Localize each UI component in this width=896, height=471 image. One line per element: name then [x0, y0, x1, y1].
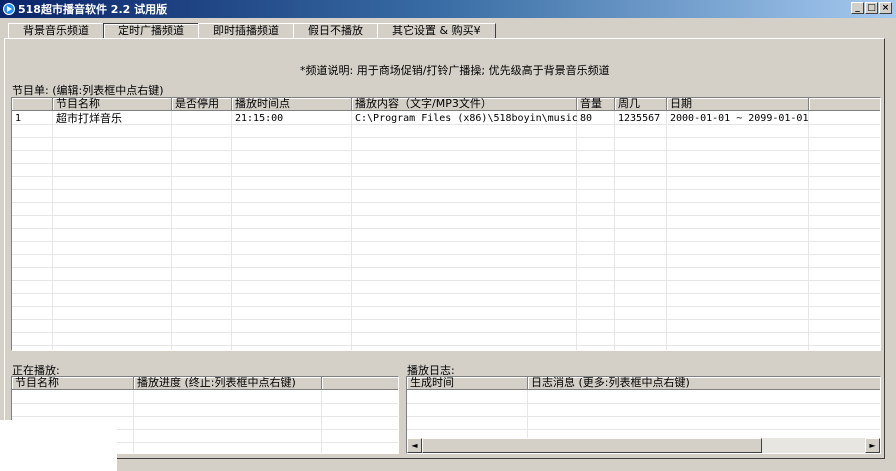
grid-line — [12, 306, 880, 307]
grid-line — [12, 319, 880, 320]
column-header[interactable]: 周几 — [615, 98, 667, 111]
table-cell[interactable] — [172, 112, 232, 125]
grid-line — [12, 332, 880, 333]
column-header[interactable]: 生成时间 — [407, 377, 528, 390]
grid-line — [407, 403, 880, 404]
column-header[interactable] — [322, 377, 398, 390]
tab-bar: 背景音乐频道 定时广播频道 即时插播频道 假日不播放 其它设置 & 购买¥ — [8, 23, 496, 39]
column-header[interactable]: 节目名称 — [53, 98, 172, 111]
grid-line — [666, 111, 667, 350]
column-header[interactable] — [809, 98, 880, 111]
column-header[interactable]: 节目名称 — [12, 377, 134, 390]
grid-line — [808, 111, 809, 350]
grid-line — [12, 254, 880, 255]
table-cell[interactable]: 1 — [12, 112, 53, 125]
blank-overlay — [0, 420, 117, 471]
table-cell[interactable]: C:\Program Files (x86)\518boyin\musics..… — [352, 112, 577, 125]
grid-line — [12, 176, 880, 177]
grid-line — [614, 111, 615, 350]
grid-line — [12, 137, 880, 138]
grid-line — [12, 345, 880, 346]
column-header[interactable]: 日期 — [667, 98, 809, 111]
grid-line — [12, 202, 880, 203]
maximize-button[interactable]: □ — [865, 2, 878, 14]
table-cell[interactable]: 超市打烊音乐 — [53, 112, 172, 125]
channel-description: *频道说明: 用于商场促销/打铃广播操; 优先级高于背景音乐频道 — [300, 64, 610, 77]
grid-line — [171, 111, 172, 350]
tab-scheduled-broadcast[interactable]: 定时广播频道 — [103, 23, 199, 39]
grid-line — [407, 429, 880, 430]
title-bar: 518超市播音软件 2.2 试用版 _ □ × — [0, 0, 896, 18]
column-header[interactable] — [12, 98, 53, 111]
tab-settings-purchase[interactable]: 其它设置 & 购买¥ — [377, 23, 496, 39]
grid-line — [12, 403, 398, 404]
grid-line — [12, 280, 880, 281]
grid-line — [12, 416, 398, 417]
minimize-button[interactable]: _ — [851, 2, 864, 14]
grid-line — [52, 111, 53, 350]
grid-line — [12, 189, 880, 190]
program-list-table[interactable]: 节目名称 是否停用 播放时间点 播放内容（文字/MP3文件） 音量 周几 日期 1 超市打烊音乐… — [11, 97, 881, 351]
program-list-label: 节目单: (编辑:列表框中点右键) — [12, 84, 164, 97]
column-header[interactable]: 播放进度 (终止:列表框中点右键) — [134, 377, 322, 390]
grid-line — [231, 111, 232, 350]
scroll-left-button[interactable]: ◄ — [407, 438, 422, 453]
table-cell[interactable] — [809, 112, 880, 125]
grid-line — [12, 241, 880, 242]
column-header[interactable]: 播放时间点 — [232, 98, 352, 111]
scroll-thumb[interactable] — [422, 438, 762, 453]
scroll-right-button[interactable]: ► — [865, 438, 880, 453]
grid-line — [12, 150, 880, 151]
grid-line — [321, 390, 322, 453]
tab-holiday[interactable]: 假日不播放 — [293, 23, 378, 39]
column-header[interactable]: 音量 — [577, 98, 615, 111]
play-log-table[interactable]: ◄ ► 生成时间 日志消息 (更多:列表框中点右键) — [406, 376, 881, 454]
grid-line — [133, 390, 134, 453]
close-button[interactable]: × — [879, 2, 892, 14]
grid-line — [576, 111, 577, 350]
grid-line — [12, 215, 880, 216]
column-header[interactable]: 是否停用 — [172, 98, 232, 111]
grid-line — [12, 293, 880, 294]
table-cell[interactable]: 21:15:00 — [232, 112, 352, 125]
app-icon — [3, 3, 15, 15]
table-cell[interactable]: 1235567 — [615, 112, 667, 125]
tab-instant-insert[interactable]: 即时插播频道 — [198, 23, 294, 39]
column-header[interactable]: 播放内容（文字/MP3文件） — [352, 98, 577, 111]
grid-line — [351, 111, 352, 350]
table-cell[interactable]: 80 — [577, 112, 615, 125]
table-cell[interactable]: 2000-01-01 ~ 2099-01-01 — [667, 112, 809, 125]
grid-line — [12, 228, 880, 229]
grid-line — [12, 163, 880, 164]
window-title: 518超市播音软件 2.2 试用版 — [18, 3, 168, 16]
tab-background-music[interactable]: 背景音乐频道 — [8, 23, 104, 39]
column-header[interactable]: 日志消息 (更多:列表框中点右键) — [528, 377, 880, 390]
horizontal-scrollbar[interactable]: ◄ ► — [407, 438, 880, 453]
grid-line — [12, 267, 880, 268]
grid-line — [407, 416, 880, 417]
